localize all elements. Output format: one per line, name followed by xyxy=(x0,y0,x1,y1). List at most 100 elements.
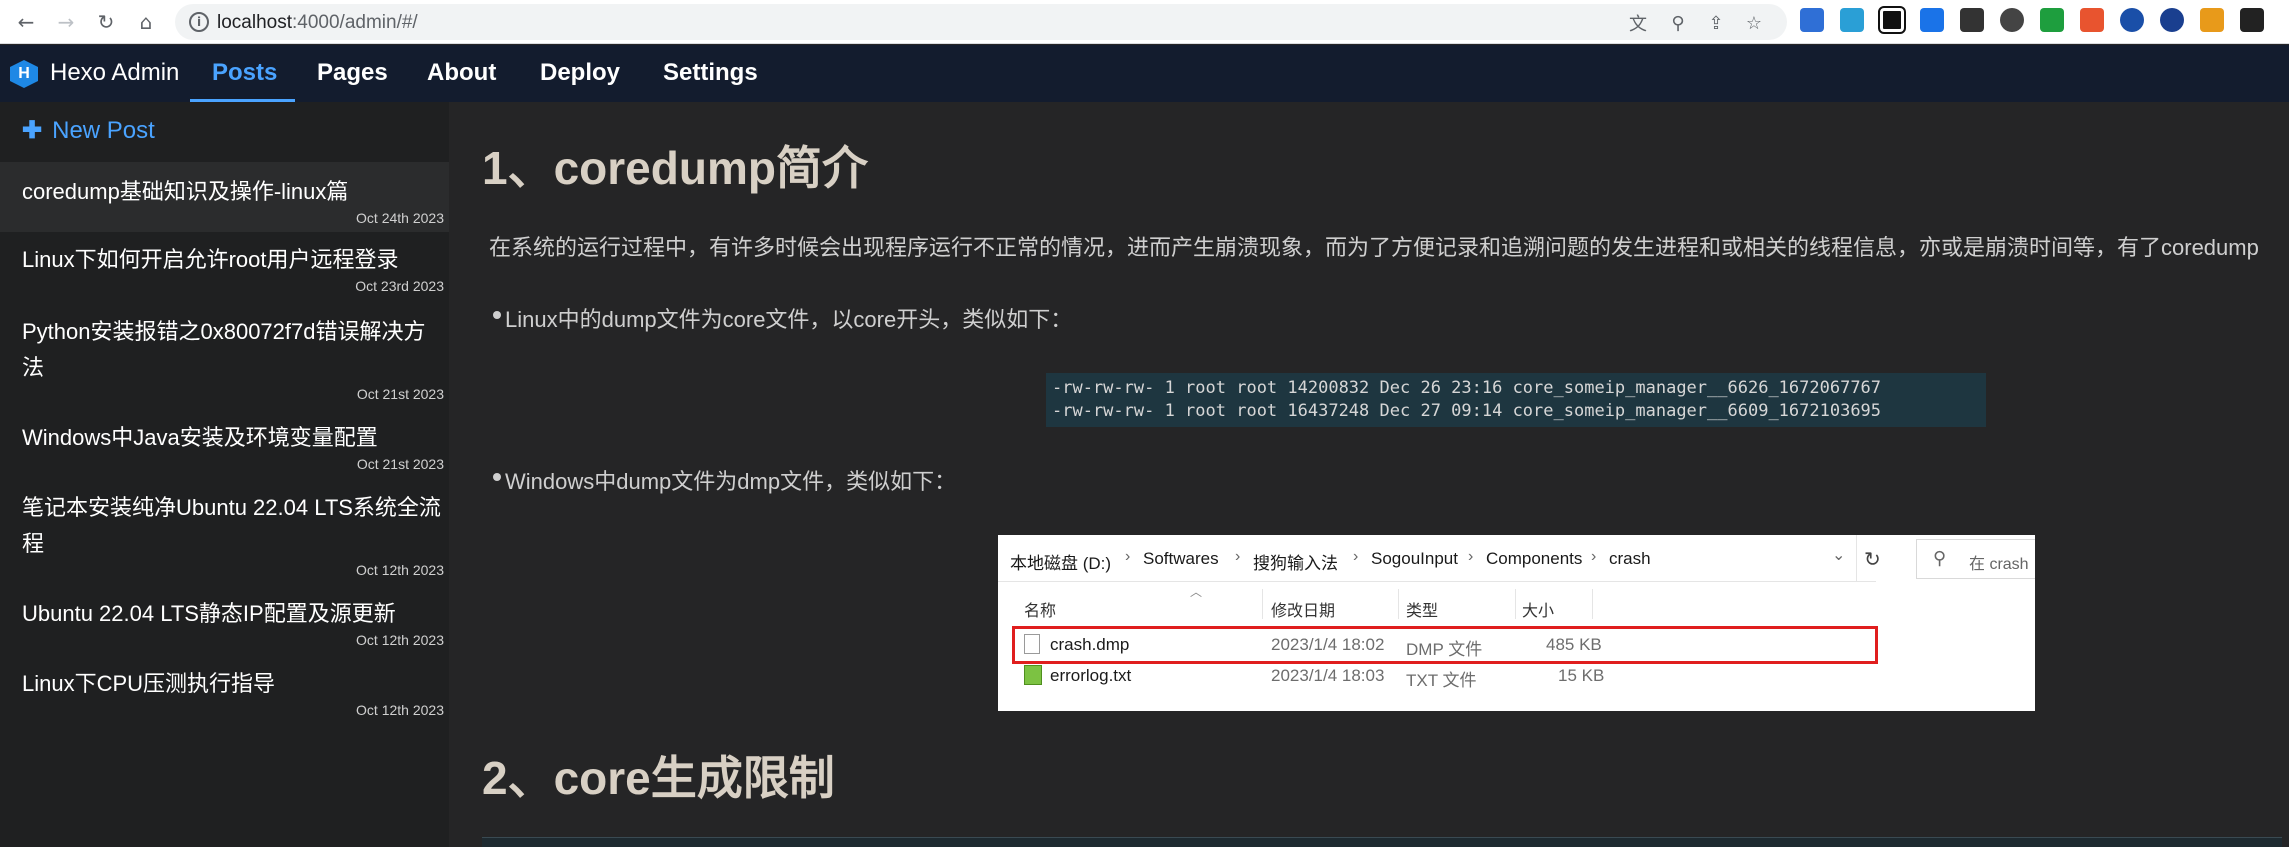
extension-arrow-icon[interactable] xyxy=(1840,8,1864,32)
post-date: Oct 12th 2023 xyxy=(356,702,444,718)
post-list-sidebar: ✚ New Post coredump基础知识及操作-linux篇 Oct 24t… xyxy=(0,102,449,847)
intro-paragraph: 在系统的运行过程中，有许多时候会出现程序运行不正常的情况，进而产生崩溃现象，而为… xyxy=(489,235,2259,260)
explorer-search-placeholder: 在 crash xyxy=(1969,556,2029,573)
nav-deploy[interactable]: Deploy xyxy=(540,59,620,87)
next-code-block-edge xyxy=(482,837,2282,847)
breadcrumb-item: Components xyxy=(1486,549,1583,568)
file-row: errorlog.txt 2023/1/4 18:03 TXT 文件 15 KB xyxy=(1010,661,1870,691)
extension-new-icon[interactable] xyxy=(1920,8,1944,32)
bullet-linux: Linux中的dump文件为core文件，以core开头，类似如下： xyxy=(493,302,1073,334)
back-icon[interactable]: ← xyxy=(10,6,42,38)
file-name: errorlog.txt xyxy=(1050,666,1132,685)
bullet-dot xyxy=(493,473,501,481)
bullet-linux-text: Linux中的dump文件为core文件，以core开头，类似如下： xyxy=(505,307,1073,332)
breadcrumb-item: 本地磁盘 (D:) xyxy=(1010,554,1112,573)
extension-face-icon[interactable] xyxy=(2160,8,2184,32)
site-info-icon[interactable]: i xyxy=(189,12,209,32)
extension-k-icon[interactable] xyxy=(2200,8,2224,32)
post-title: Ubuntu 22.04 LTS静态IP配置及源更新 xyxy=(22,601,396,626)
post-date: Oct 23rd 2023 xyxy=(355,278,444,294)
breadcrumb-item: SogouInput xyxy=(1371,549,1458,568)
post-item-2[interactable]: Linux下如何开启允许root用户远程登录 Oct 23rd 2023 xyxy=(0,232,449,302)
extension-download-icon[interactable] xyxy=(1800,8,1824,32)
search-icon: ⚲ xyxy=(1933,548,1947,568)
file-modified: 2023/1/4 18:03 xyxy=(1271,666,1385,685)
post-title: Linux下如何开启允许root用户远程登录 xyxy=(22,247,399,272)
brand-name[interactable]: Hexo Admin xyxy=(50,59,179,87)
hexo-logo-icon[interactable]: H xyxy=(10,60,38,88)
share-icon[interactable]: ⇪ xyxy=(1705,12,1727,34)
bullet-windows: Windows中dump文件为dmp文件，类似如下： xyxy=(493,464,957,496)
post-item-3[interactable]: Python安装报错之0x80072f7d错误解决方法 Oct 21st 202… xyxy=(0,302,449,408)
post-title: Linux下CPU压测执行指导 xyxy=(22,671,276,696)
text-file-icon xyxy=(1024,665,1042,685)
translate-icon[interactable]: 文 xyxy=(1627,12,1649,35)
address-divider xyxy=(1856,535,1857,582)
extension-mask-icon[interactable] xyxy=(1960,8,1984,32)
refresh-icon: ↻ xyxy=(1864,549,1881,571)
post-preview: 1、coredump简介 在系统的运行过程中，有许多时候会出现程序运行不正常的情… xyxy=(449,102,2289,847)
extension-c-icon[interactable] xyxy=(2080,8,2104,32)
nav-about[interactable]: About xyxy=(427,59,496,87)
chevron-right-icon: › xyxy=(1353,548,1359,565)
chevron-right-icon: › xyxy=(1468,548,1474,565)
post-date: Oct 21st 2023 xyxy=(356,386,444,402)
post-title: Windows中Java安装及环境变量配置 xyxy=(22,425,378,450)
heading-core-limits: 2、core生成限制 xyxy=(482,752,835,804)
nav-posts[interactable]: Posts xyxy=(212,59,277,87)
forward-icon[interactable]: → xyxy=(50,6,82,38)
bookmark-star-icon[interactable]: ☆ xyxy=(1743,12,1765,34)
column-header-type: 类型 xyxy=(1406,603,1439,620)
browser-toolbar: ← → ↻ ⌂ i localhost:4000/admin/#/ 文 ⚲ ⇪ … xyxy=(0,0,2289,44)
column-divider xyxy=(1398,589,1399,619)
sort-up-icon: ︿ xyxy=(1190,585,1203,599)
heading-coredump-intro: 1、coredump简介 xyxy=(482,142,868,194)
post-date: Oct 12th 2023 xyxy=(356,562,444,578)
post-title: 笔记本安装纯净Ubuntu 22.04 LTS系统全流程 xyxy=(22,495,441,556)
column-divider xyxy=(1262,589,1263,619)
file-type: TXT 文件 xyxy=(1406,671,1477,690)
nav-settings[interactable]: Settings xyxy=(663,59,758,87)
breadcrumb-item: Softwares xyxy=(1143,549,1219,568)
bullet-dot xyxy=(493,311,501,319)
post-item-6[interactable]: Ubuntu 22.04 LTS静态IP配置及源更新 Oct 12th 2023 xyxy=(0,584,449,654)
address-bar[interactable]: i localhost:4000/admin/#/ 文 ⚲ ⇪ ☆ xyxy=(175,4,1787,40)
breadcrumb-item: crash xyxy=(1609,549,1651,568)
column-header-size: 大小 xyxy=(1522,603,1555,620)
nav-pages[interactable]: Pages xyxy=(317,59,388,87)
breadcrumb-item: 搜狗输入法 xyxy=(1253,554,1338,573)
extension-circle-icon[interactable] xyxy=(2000,8,2024,32)
chevron-right-icon: › xyxy=(1125,548,1131,565)
post-date: Oct 21st 2023 xyxy=(356,456,444,472)
post-item-7[interactable]: Linux下CPU压测执行指导 Oct 12th 2023 xyxy=(0,654,449,724)
extension-dark-icon[interactable] xyxy=(2240,8,2264,32)
column-header-modified: 修改日期 xyxy=(1271,603,1336,620)
bullet-windows-text: Windows中dump文件为dmp文件，类似如下： xyxy=(505,469,957,494)
extension-green-arrow-icon[interactable] xyxy=(2040,8,2064,32)
new-post-button[interactable]: ✚ New Post xyxy=(22,116,155,145)
column-divider xyxy=(1515,589,1516,619)
zoom-icon[interactable]: ⚲ xyxy=(1667,12,1689,34)
post-date: Oct 12th 2023 xyxy=(356,632,444,648)
explorer-screenshot: 本地磁盘 (D:) › Softwares › 搜狗输入法 › SogouInp… xyxy=(998,535,2035,711)
post-item-4[interactable]: Windows中Java安装及环境变量配置 Oct 21st 2023 xyxy=(0,408,449,478)
code-line: -rw-rw-rw- 1 root root 16437248 Dec 27 0… xyxy=(1052,401,1882,421)
post-item-5[interactable]: 笔记本安装纯净Ubuntu 22.04 LTS系统全流程 Oct 12th 20… xyxy=(0,478,449,584)
post-title: coredump基础知识及操作-linux篇 xyxy=(22,179,349,204)
plus-icon: ✚ xyxy=(22,117,43,144)
chevron-right-icon: › xyxy=(1235,548,1241,565)
chevron-down-icon: ⌄ xyxy=(1832,547,1846,564)
url-text: localhost:4000/admin/#/ xyxy=(217,12,418,33)
reload-icon[interactable]: ↻ xyxy=(90,6,122,38)
home-icon[interactable]: ⌂ xyxy=(130,6,162,38)
extension-mountain-icon[interactable] xyxy=(2120,8,2144,32)
explorer-search-box: ⚲ 在 crash xyxy=(1916,539,2035,579)
new-post-label: New Post xyxy=(52,117,155,144)
red-highlight-box xyxy=(1012,626,1878,664)
file-size: 15 KB xyxy=(1558,666,1605,685)
code-line: -rw-rw-rw- 1 root root 14200832 Dec 26 2… xyxy=(1052,378,1882,398)
post-item-1[interactable]: coredump基础知识及操作-linux篇 Oct 24th 2023 xyxy=(0,162,449,232)
extension-square-icon[interactable] xyxy=(1878,6,1906,34)
explorer-address-bar: 本地磁盘 (D:) › Softwares › 搜狗输入法 › SogouInp… xyxy=(998,535,1876,582)
column-divider xyxy=(1592,589,1593,619)
